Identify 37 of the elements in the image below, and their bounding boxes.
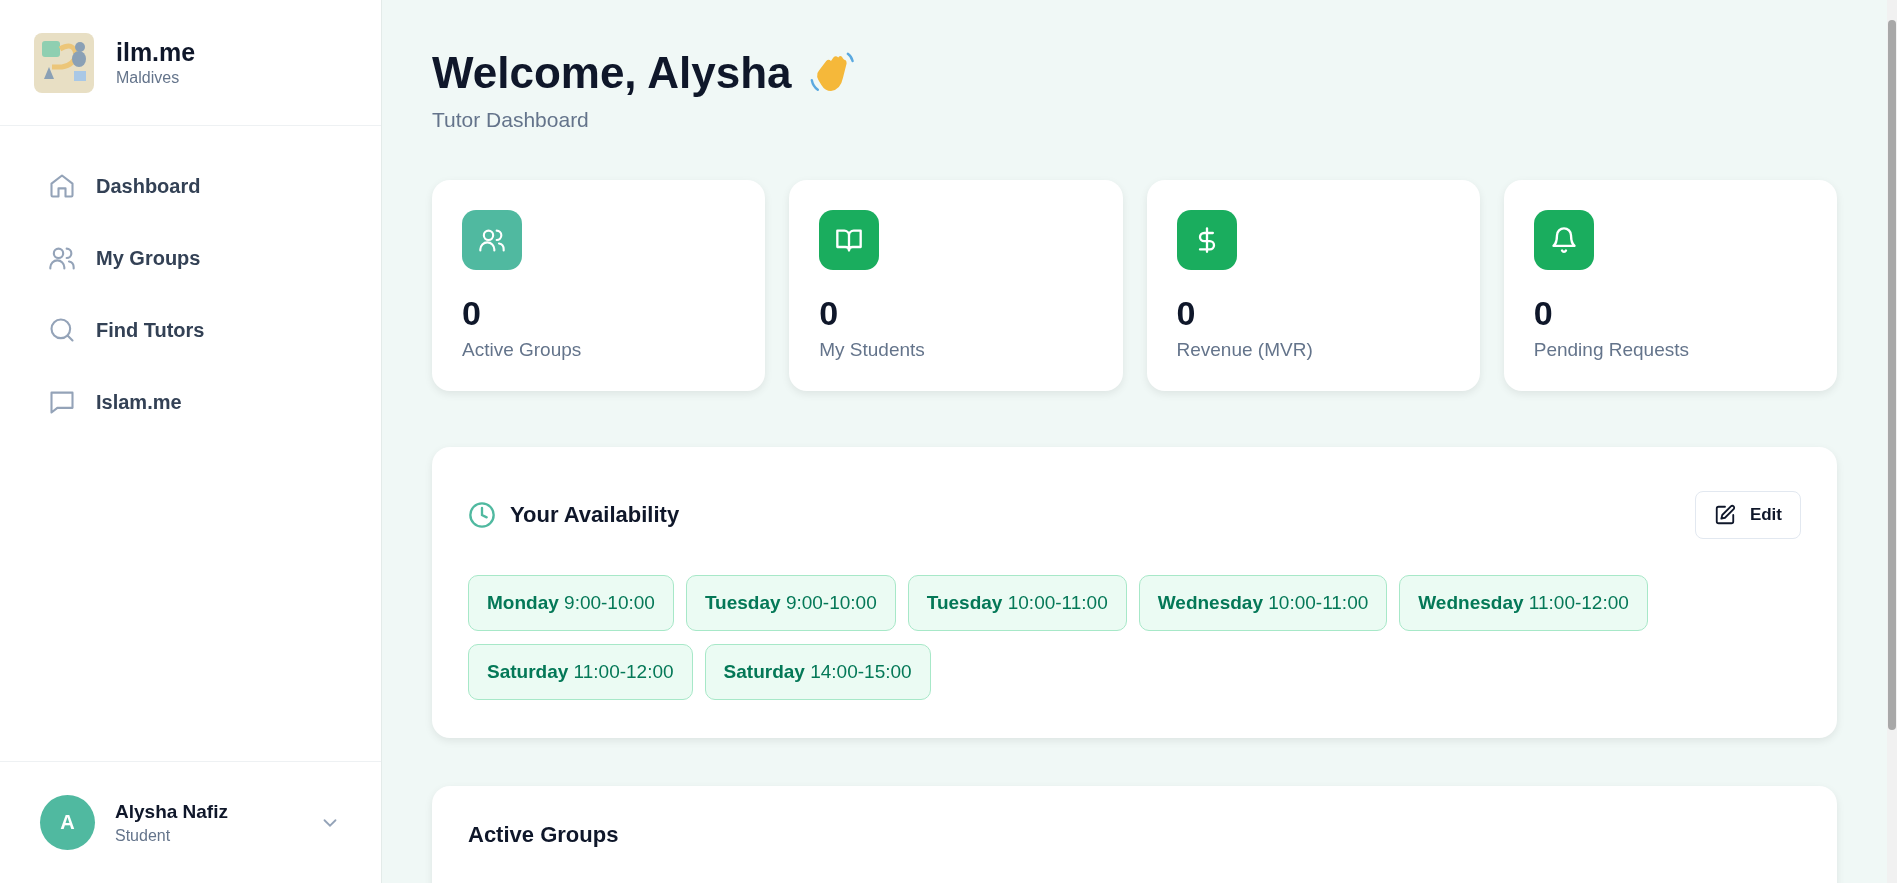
availability-slot: Tuesday 10:00-11:00 xyxy=(907,575,1127,631)
availability-slot: Tuesday 9:00-10:00 xyxy=(685,575,896,631)
user-menu[interactable]: A Alysha Nafiz Student xyxy=(0,761,381,883)
search-icon xyxy=(48,316,76,344)
stat-value: 0 xyxy=(1533,294,1553,333)
section-title: Active Groups xyxy=(468,822,620,848)
section-title: Your Availability xyxy=(510,502,681,528)
pencil-square-icon xyxy=(1713,504,1736,526)
nav-item[interactable]: Dashboard xyxy=(28,156,353,216)
brand-region: Maldives xyxy=(116,69,181,87)
bell-icon xyxy=(1549,226,1578,254)
availability-slot: Monday 9:00-10:00 xyxy=(468,575,674,631)
home-icon xyxy=(48,172,76,200)
user-name: Alysha Nafiz xyxy=(115,800,229,823)
nav-item[interactable]: Islam.me xyxy=(28,372,353,432)
stat-value: 0 xyxy=(819,294,839,333)
stat-label: Active Groups xyxy=(462,339,582,361)
nav-item[interactable]: Find Tutors xyxy=(28,300,353,360)
clock-icon xyxy=(468,501,496,529)
stat-value: 0 xyxy=(462,294,481,333)
stat-label: Revenue (MVR) xyxy=(1176,339,1313,361)
stat-label: My Students xyxy=(819,339,925,361)
availability-slot: Wednesday 10:00-11:00 xyxy=(1138,575,1388,631)
availability-slot: Saturday 14:00-15:00 xyxy=(704,644,931,700)
logo-drawing xyxy=(34,32,94,93)
avatar: A xyxy=(40,795,95,850)
stat-label: Pending Requests xyxy=(1533,339,1690,361)
user-role: Student xyxy=(115,826,172,845)
page-subtitle: Tutor Dashboard xyxy=(432,108,590,132)
availability-slot: Saturday 11:00-12:00 xyxy=(468,644,693,700)
stat-value: 0 xyxy=(1176,294,1196,333)
brand-name: ilm.me xyxy=(116,38,196,67)
nav-item[interactable]: My Groups xyxy=(28,228,353,288)
availability-slot: Wednesday 11:00-12:00 xyxy=(1399,575,1648,631)
scrollbar[interactable] xyxy=(1887,0,1897,883)
page-title: Welcome, Alysha xyxy=(432,48,792,98)
edit-button[interactable]: Edit xyxy=(1694,491,1801,539)
